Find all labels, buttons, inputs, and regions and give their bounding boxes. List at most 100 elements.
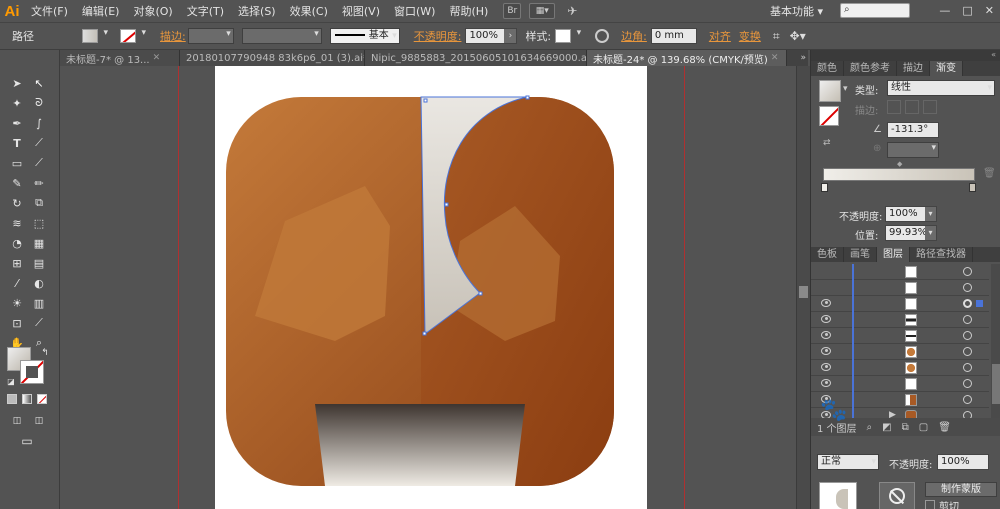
new-layer-icon[interactable]: ▢ <box>919 422 928 433</box>
gradient-slider[interactable] <box>823 168 975 181</box>
stroke-label[interactable]: 描边: <box>160 28 186 44</box>
layer-row[interactable] <box>811 360 989 376</box>
pencil-tool-icon[interactable]: ✏ <box>30 174 48 192</box>
menu-select[interactable]: 选择(S) <box>231 3 283 19</box>
tab-color[interactable]: 颜色 <box>811 61 844 76</box>
visibility-eye-icon[interactable] <box>821 331 831 339</box>
target-circle-icon[interactable] <box>963 379 972 388</box>
curvature-tool-icon[interactable]: ∫ <box>30 114 48 132</box>
shaper-tool-icon[interactable]: ✎ <box>8 174 26 192</box>
gradient-angle-input[interactable]: -131.3° <box>887 122 939 138</box>
graph-tool-icon[interactable]: ▥ <box>30 294 48 312</box>
target-circle-icon[interactable] <box>963 347 972 356</box>
anchor-point[interactable] <box>525 95 530 100</box>
target-circle-icon[interactable] <box>963 411 972 418</box>
gradient-stop-left[interactable] <box>821 183 828 192</box>
menu-help[interactable]: 帮助(H) <box>442 3 495 19</box>
visibility-eye-icon[interactable] <box>821 299 831 307</box>
menu-effect[interactable]: 效果(C) <box>283 3 335 19</box>
brush-definition-select[interactable]: 基本 <box>329 28 400 44</box>
transparency-thumbnail[interactable] <box>819 482 857 509</box>
close-icon[interactable]: ✕ <box>153 53 161 63</box>
shape-builder-tool-icon[interactable]: ◔ <box>8 234 26 252</box>
variable-width-select[interactable] <box>241 28 322 44</box>
tab-color-guide[interactable]: 颜色参考 <box>844 61 897 76</box>
new-sublayer-icon[interactable]: ⧉ <box>902 422 909 433</box>
delete-stop-icon[interactable]: 🗑 <box>983 168 996 179</box>
style-dropdown[interactable] <box>571 28 583 44</box>
aspect-ratio-input[interactable] <box>887 142 939 158</box>
layer-row[interactable] <box>811 264 989 280</box>
magic-wand-tool-icon[interactable]: ✦ <box>8 94 26 112</box>
search-input[interactable]: ⌕ <box>840 3 910 18</box>
layer-row[interactable] <box>811 328 989 344</box>
pen-tool-icon[interactable]: ✒ <box>8 114 26 132</box>
default-colors-icon[interactable]: ◪ <box>2 372 20 390</box>
target-circle-icon[interactable] <box>963 395 972 404</box>
menu-file[interactable]: 文件(F) <box>24 3 75 19</box>
free-transform-tool-icon[interactable]: ⬚ <box>30 214 48 232</box>
color-mode-icon[interactable] <box>7 394 17 404</box>
midpoint-diamond-icon[interactable]: ◆ <box>897 160 902 168</box>
gpu-performance-icon[interactable]: ✈ <box>563 3 581 19</box>
opacity-input[interactable]: 100% › <box>465 28 518 44</box>
artboard-tool-icon[interactable]: ⊡ <box>8 314 26 332</box>
target-circle-icon[interactable] <box>963 331 972 340</box>
tab-document-1[interactable]: 未标题-7* @ 13... ✕ <box>60 50 180 66</box>
menu-edit[interactable]: 编辑(E) <box>75 3 127 19</box>
tab-document-active[interactable]: 未标题-24* @ 139.68% (CMYK/预览) ✕ <box>587 50 787 66</box>
layers-scrollbar[interactable] <box>991 264 1000 418</box>
gradient-opacity-input[interactable]: 100% ▾ <box>885 206 937 222</box>
visibility-eye-icon[interactable] <box>821 379 831 387</box>
close-button[interactable]: ✕ <box>985 4 994 17</box>
chevron-down-icon[interactable]: ▾ <box>843 84 848 94</box>
gradient-position-input[interactable]: 99.93% ▾ <box>885 225 937 241</box>
delete-layer-icon[interactable]: 🗑 <box>938 422 951 433</box>
tab-document-2[interactable]: 20180107790948 83k6p6_01 (3).ai*✕ <box>180 50 365 66</box>
blend-tool-icon[interactable]: ◐ <box>30 274 48 292</box>
target-circle-icon[interactable] <box>963 267 972 276</box>
gradient-tool-icon[interactable]: ▤ <box>30 254 48 272</box>
layer-row[interactable] <box>811 312 989 328</box>
fill-dropdown[interactable] <box>98 28 110 44</box>
stroke-color-box[interactable] <box>20 360 44 384</box>
target-circle-icon[interactable] <box>963 299 972 308</box>
line-tool-icon[interactable]: ⟋ <box>30 134 48 152</box>
gradient-stroke-swatch[interactable] <box>819 106 839 126</box>
perspective-grid-tool-icon[interactable]: ▦ <box>30 234 48 252</box>
layer-row[interactable] <box>811 376 989 392</box>
stroke-within-icon[interactable] <box>887 100 901 114</box>
make-mask-button[interactable]: 制作蒙版 <box>925 482 997 497</box>
menu-window[interactable]: 窗口(W) <box>387 3 442 19</box>
anchor-point[interactable] <box>444 202 449 207</box>
make-clipping-mask-icon[interactable]: ◩ <box>882 422 891 433</box>
blend-mode-select[interactable]: 正常 <box>817 454 879 470</box>
minimize-button[interactable]: — <box>939 4 950 17</box>
scrollbar-thumb[interactable] <box>992 364 1000 404</box>
mask-placeholder[interactable] <box>879 482 915 509</box>
symbol-sprayer-tool-icon[interactable]: ☀ <box>8 294 26 312</box>
none-mode-icon[interactable] <box>37 394 47 404</box>
scale-tool-icon[interactable]: ⧉ <box>30 194 48 212</box>
menu-object[interactable]: 对象(O) <box>126 3 179 19</box>
rotate-tool-icon[interactable]: ↻ <box>8 194 26 212</box>
maximize-button[interactable]: □ <box>962 4 972 17</box>
tab-stroke[interactable]: 描边 <box>897 61 930 76</box>
stroke-swatch[interactable] <box>120 29 136 43</box>
locate-object-icon[interactable]: ⌕ <box>867 422 873 433</box>
layer-row[interactable] <box>811 280 989 296</box>
scrollbar-thumb[interactable] <box>799 286 808 298</box>
layer-row[interactable] <box>811 296 989 312</box>
stroke-across-icon[interactable] <box>923 100 937 114</box>
corner-label[interactable]: 边角: <box>621 28 647 44</box>
screen-mode-icon[interactable]: ▭ <box>18 432 36 450</box>
tab-document-3[interactable]: Nipic_9885883_20150605101634669000.ai*✕ <box>365 50 587 66</box>
opacity-label[interactable]: 不透明度: <box>414 28 462 44</box>
corner-input[interactable]: 0 mm <box>650 28 697 44</box>
tabs-overflow-icon[interactable]: » <box>787 50 808 66</box>
layer-row[interactable] <box>811 344 989 360</box>
warp-tool-icon[interactable]: ≋ <box>8 214 26 232</box>
tab-pathfinder[interactable]: 路径查找器 <box>910 247 973 262</box>
tab-swatches[interactable]: 色板 <box>811 247 844 262</box>
swap-colors-icon[interactable]: ↰ <box>36 344 54 362</box>
